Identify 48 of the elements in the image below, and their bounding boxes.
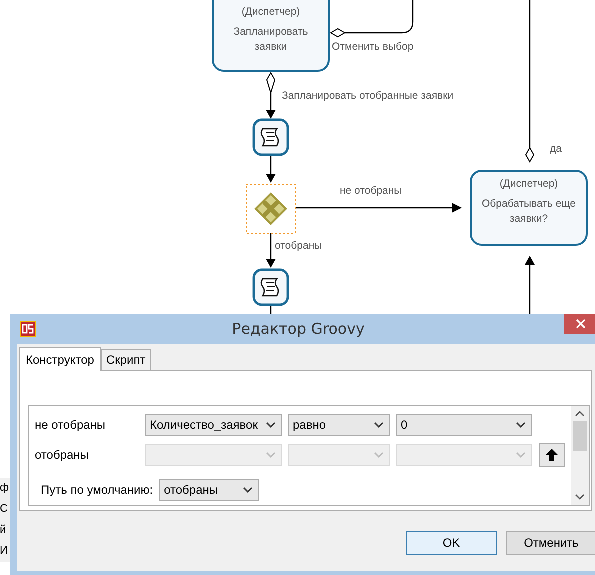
condition-label: отобраны bbox=[35, 448, 90, 462]
task-role: (Диспетчер) bbox=[242, 6, 300, 19]
task-role: (Диспетчер) bbox=[500, 178, 558, 191]
panel-text: И bbox=[0, 545, 9, 558]
scroll-down-icon[interactable] bbox=[575, 494, 585, 500]
dialog-button[interactable]: Отменить bbox=[506, 531, 595, 555]
flow-arrow bbox=[266, 233, 276, 268]
exclusive-gateway[interactable] bbox=[254, 192, 288, 226]
chevron-down-icon bbox=[374, 452, 384, 458]
window-title: Редактор Groovy bbox=[231, 320, 366, 338]
flow-label: Запланировать отобранные заявки bbox=[282, 90, 454, 102]
close-icon bbox=[576, 319, 586, 329]
flow-arrow bbox=[266, 72, 276, 119]
tab[interactable]: Конструктор bbox=[19, 347, 102, 371]
app-logo-icon bbox=[20, 321, 36, 337]
arrow-up-icon bbox=[546, 448, 558, 460]
flow-label: да bbox=[550, 143, 562, 155]
script-task[interactable] bbox=[252, 268, 290, 306]
task-node[interactable]: (Диспетчер) Обрабатывать еще заявки? bbox=[470, 170, 588, 246]
chevron-down-icon bbox=[243, 486, 254, 492]
panel-text: С bbox=[0, 503, 9, 516]
flow-label: Отменить выбор bbox=[332, 41, 414, 53]
task-name: Запланировать заявки bbox=[232, 25, 310, 55]
panel-text: ф bbox=[0, 482, 10, 495]
scrollbar[interactable] bbox=[571, 406, 589, 505]
close-button[interactable] bbox=[564, 314, 595, 334]
flow-label: не отобраны bbox=[340, 185, 402, 197]
script-task[interactable] bbox=[252, 118, 290, 156]
chevron-down-icon bbox=[516, 452, 526, 458]
dropdown[interactable]: Количество_заявок bbox=[145, 414, 282, 436]
tab[interactable]: Скрипт bbox=[101, 349, 151, 370]
condition-label: не отобраны bbox=[35, 418, 107, 432]
dialog-button[interactable]: OK bbox=[406, 531, 497, 555]
dropdown[interactable]: отобраны bbox=[159, 478, 260, 500]
default-path-label: Путь по умолчанию: bbox=[41, 482, 154, 496]
chevron-down-icon bbox=[266, 452, 276, 458]
dropdown[interactable]: 0 bbox=[396, 414, 532, 436]
chevron-down-icon bbox=[266, 422, 276, 428]
chevron-down-icon bbox=[374, 422, 384, 428]
scrollbar-thumb[interactable] bbox=[573, 421, 587, 451]
flow-label: отобраны bbox=[275, 240, 322, 252]
chevron-down-icon bbox=[516, 422, 526, 428]
scroll-up-icon[interactable] bbox=[575, 411, 585, 417]
flow-arrow bbox=[266, 155, 276, 183]
panel-text: й bbox=[0, 524, 8, 537]
task-node[interactable]: (Диспетчер) Запланировать заявки bbox=[212, 0, 330, 72]
task-name: Обрабатывать еще заявки? bbox=[480, 197, 578, 227]
dropdown[interactable]: равно bbox=[288, 414, 390, 436]
